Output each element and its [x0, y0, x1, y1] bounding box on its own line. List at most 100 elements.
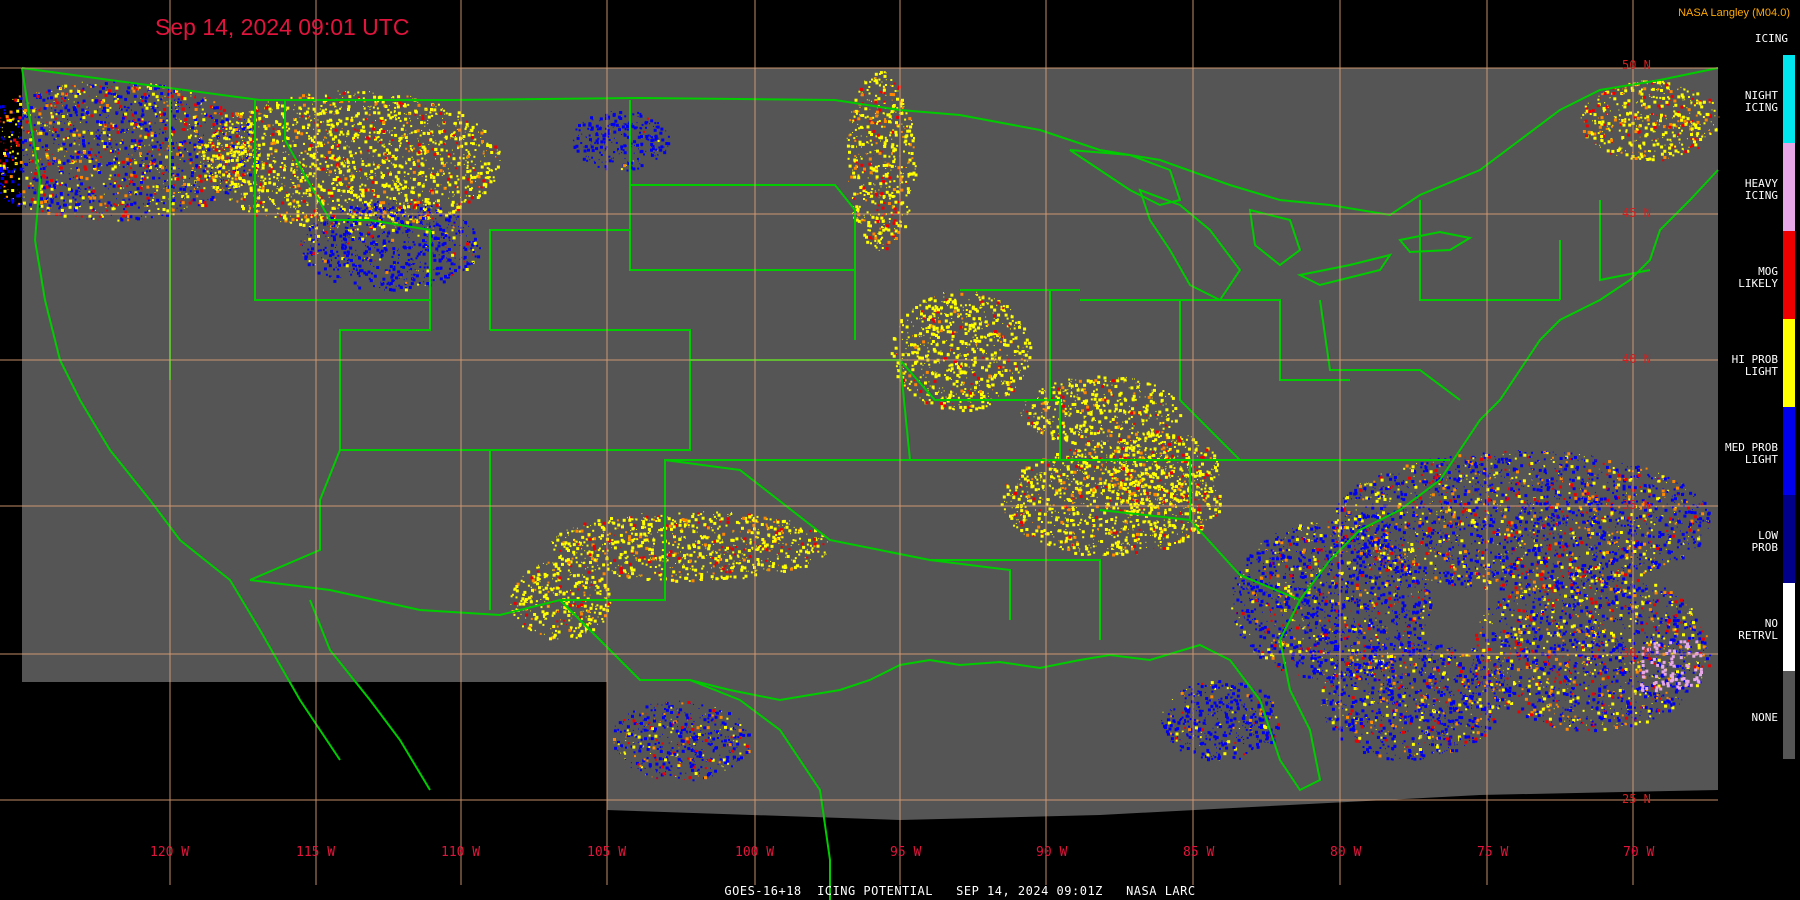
icing-speck: [470, 160, 473, 163]
icing-speck: [484, 155, 486, 157]
icing-speck: [171, 145, 173, 147]
icing-speck: [327, 221, 328, 223]
icing-speck: [338, 222, 341, 225]
icing-speck: [258, 112, 261, 115]
icing-speck: [324, 230, 328, 234]
icing-speck: [400, 220, 404, 224]
icing-speck: [212, 154, 216, 158]
icing-speck: [325, 129, 327, 131]
icing-speck: [190, 95, 192, 97]
icing-speck: [114, 124, 118, 128]
icing-speck: [348, 236, 350, 238]
icing-speck: [905, 112, 908, 115]
icing-speck: [374, 260, 376, 262]
icing-speck: [313, 128, 315, 130]
icing-speck: [446, 261, 448, 263]
icing-speck: [893, 158, 896, 161]
icing-speck: [189, 190, 192, 193]
icing-speck: [178, 192, 179, 193]
icing-speck: [224, 160, 228, 164]
icing-speck: [132, 158, 134, 160]
icing-speck: [118, 204, 119, 206]
icing-speck: [406, 221, 410, 225]
icing-speck: [190, 174, 194, 178]
icing-speck: [50, 104, 52, 106]
icing-speck: [421, 157, 424, 160]
icing-speck: [426, 205, 428, 207]
icing-speck: [424, 105, 426, 107]
icing-speck: [239, 146, 242, 149]
icing-speck: [458, 226, 459, 228]
icing-speck: [110, 93, 113, 96]
icing-speck: [229, 145, 231, 147]
icing-speck: [123, 187, 125, 189]
icing-speck: [141, 172, 143, 174]
icing-speck: [351, 211, 353, 213]
icing-speck: [470, 136, 474, 139]
icing-speck: [885, 139, 889, 143]
icing-speck: [435, 267, 438, 270]
icing-speck: [40, 107, 42, 109]
icing-speck: [228, 188, 230, 189]
icing-speck: [24, 148, 26, 150]
icing-speck: [59, 103, 61, 104]
icing-speck: [402, 246, 403, 248]
icing-speck: [327, 240, 329, 242]
icing-speck: [219, 180, 221, 182]
icing-speck: [395, 114, 398, 117]
icing-speck: [220, 176, 221, 178]
icing-speck: [410, 131, 413, 134]
icing-speck: [2, 170, 5, 173]
icing-speck: [470, 154, 472, 156]
icing-speck: [276, 140, 279, 144]
icing-speck: [369, 279, 373, 283]
icing-speck: [397, 95, 401, 99]
icing-speck: [308, 229, 311, 232]
icing-speck: [61, 101, 63, 103]
icing-speck: [302, 126, 306, 130]
icing-speck: [32, 154, 35, 157]
icing-speck: [435, 218, 437, 220]
icing-speck: [323, 267, 327, 271]
icing-speck: [149, 185, 151, 187]
icing-speck: [417, 150, 421, 154]
icing-speck: [270, 135, 272, 137]
icing-speck: [249, 115, 252, 118]
icing-speck: [51, 134, 54, 137]
icing-speck: [359, 150, 362, 153]
icing-speck: [58, 160, 61, 164]
icing-speck: [419, 134, 422, 137]
icing-speck: [332, 235, 336, 239]
icing-speck: [336, 144, 338, 146]
icing-speck: [426, 241, 428, 243]
icing-speck: [880, 158, 882, 160]
icing-speck: [371, 209, 373, 211]
icing-speck: [854, 155, 857, 158]
icing-speck: [296, 165, 299, 168]
icing-speck: [105, 91, 108, 94]
icing-speck: [257, 188, 261, 192]
icing-speck: [154, 182, 156, 184]
icing-speck: [869, 117, 873, 120]
icing-speck: [869, 80, 872, 83]
icing-speck: [134, 174, 138, 178]
icing-speck: [69, 155, 72, 158]
icing-speck: [59, 166, 63, 170]
icing-speck: [242, 149, 243, 151]
icing-speck: [401, 102, 404, 105]
icing-speck: [440, 210, 443, 213]
icing-speck: [346, 221, 349, 224]
icing-speck: [198, 174, 202, 178]
icing-speck: [348, 170, 351, 173]
icing-speck: [117, 173, 121, 177]
icing-speck: [64, 155, 66, 157]
icing-speck: [424, 125, 426, 127]
icing-speck: [125, 157, 129, 161]
icing-speck: [33, 94, 37, 97]
icing-speck: [496, 149, 498, 151]
icing-speck: [885, 79, 887, 81]
icing-speck: [327, 141, 330, 144]
icing-speck: [881, 111, 883, 113]
icing-speck: [316, 112, 320, 116]
icing-speck: [67, 108, 71, 112]
